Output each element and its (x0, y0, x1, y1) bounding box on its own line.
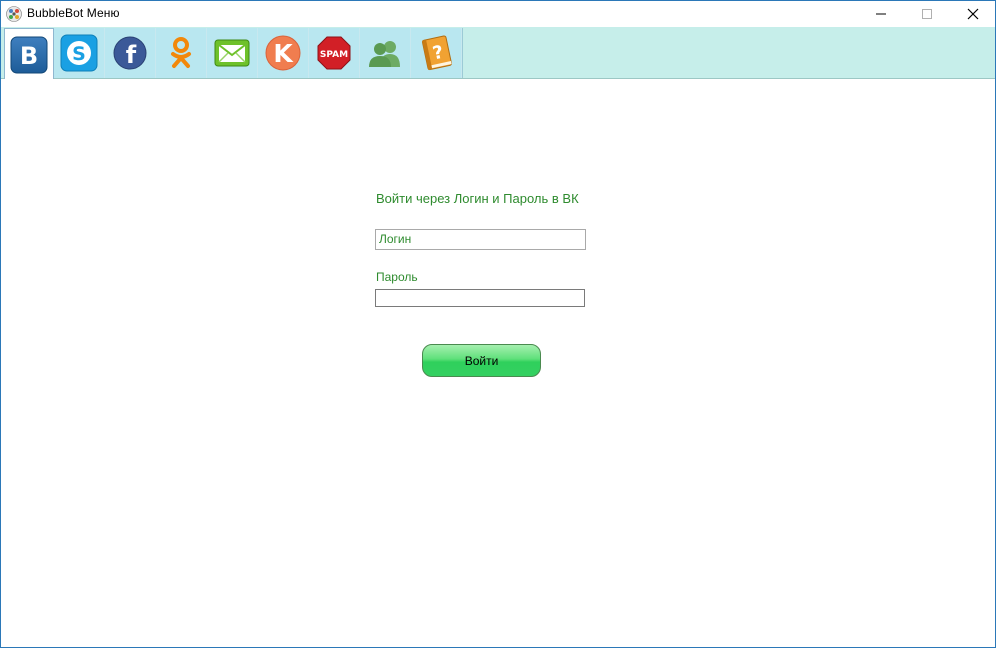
svg-text:S: S (72, 43, 86, 65)
minimize-icon (876, 13, 886, 15)
tab-kontakt[interactable]: K (258, 28, 309, 78)
window-title: BubbleBot Меню (27, 6, 120, 20)
tab-vk[interactable]: В (4, 28, 54, 80)
svg-text:K: K (273, 39, 294, 68)
svg-text:В: В (20, 42, 38, 70)
facebook-icon: f (113, 36, 147, 70)
login-button[interactable]: Войти (422, 344, 541, 377)
skype-icon: S (60, 34, 98, 72)
maximize-button[interactable] (904, 1, 950, 27)
tab-strip: В S f K SPAM ? (4, 28, 463, 80)
help-book-icon: ? (421, 35, 452, 71)
tab-skype[interactable]: S (54, 28, 105, 78)
title-bar[interactable]: BubbleBot Меню (1, 1, 995, 27)
tab-help[interactable]: ? (411, 28, 462, 78)
vk-icon: В (10, 36, 48, 73)
close-button[interactable] (950, 1, 995, 27)
tab-users[interactable] (360, 28, 411, 78)
bubblebot-logo-icon (6, 6, 22, 22)
password-input[interactable] (375, 289, 585, 307)
mail-icon (214, 39, 250, 67)
login-input[interactable]: Логин (375, 229, 586, 250)
spam-icon: SPAM (317, 36, 351, 70)
app-window: BubbleBot Меню В S f K SPAM ? Войти чере… (0, 0, 996, 648)
tab-facebook[interactable]: f (105, 28, 156, 78)
svg-text:SPAM: SPAM (320, 50, 348, 60)
kontakt-icon: K (265, 35, 301, 71)
login-heading: Войти через Логин и Пароль в ВК (376, 191, 579, 206)
login-panel: Войти через Логин и Пароль в ВК Логин Па… (1, 79, 995, 647)
tab-mail[interactable] (207, 28, 258, 78)
odnoklassniki-icon (171, 37, 191, 68)
tab-spam[interactable]: SPAM (309, 28, 360, 78)
users-icon (369, 41, 400, 67)
close-icon (967, 8, 979, 20)
password-label: Пароль (376, 270, 418, 284)
network-toolbar: В S f K SPAM ? (1, 27, 995, 80)
svg-text:f: f (126, 41, 137, 69)
minimize-button[interactable] (858, 1, 904, 27)
tab-odnoklassniki[interactable] (156, 28, 207, 78)
maximize-icon (922, 9, 932, 19)
